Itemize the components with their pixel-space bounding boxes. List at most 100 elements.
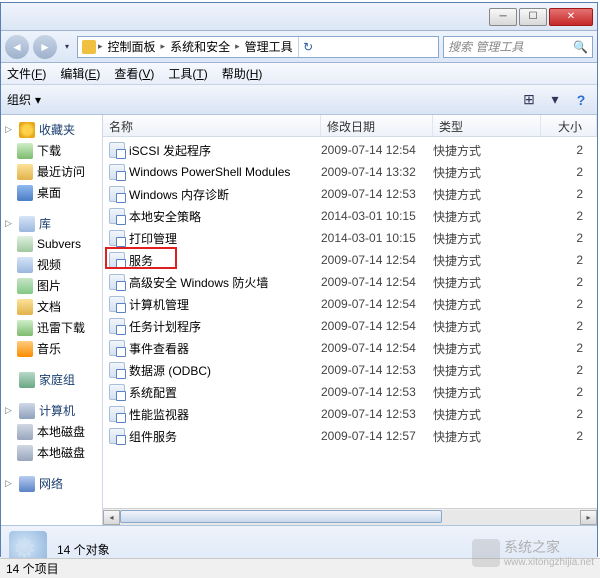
file-list-pane: 名称 修改日期 类型 大小 iSCSI 发起程序2009-07-14 12:54… <box>103 115 597 525</box>
file-row[interactable]: 任务计划程序2009-07-14 12:54快捷方式2 <box>103 315 597 337</box>
close-button[interactable]: ✕ <box>549 8 593 26</box>
refresh-button[interactable]: ↻ <box>298 37 318 57</box>
sidebar-homegroup-header[interactable]: 家庭组 <box>1 369 102 390</box>
scroll-right-button[interactable]: ▸ <box>580 510 597 525</box>
details-count: 14 个对象 <box>57 541 110 558</box>
menu-h[interactable]: 帮助(H) <box>222 65 263 82</box>
file-size: 2 <box>541 407 597 421</box>
file-row[interactable]: 系统配置2009-07-14 12:53快捷方式2 <box>103 381 597 403</box>
file-size: 2 <box>541 297 597 311</box>
file-type: 快捷方式 <box>433 230 541 247</box>
file-name: 打印管理 <box>129 230 177 247</box>
minimize-button[interactable]: ─ <box>489 8 517 26</box>
file-row[interactable]: 计算机管理2009-07-14 12:54快捷方式2 <box>103 293 597 315</box>
file-row[interactable]: 服务2009-07-14 12:54快捷方式2 <box>103 249 597 271</box>
file-type: 快捷方式 <box>433 428 541 445</box>
menu-e[interactable]: 编辑(E) <box>60 65 100 82</box>
help-button[interactable]: ? <box>571 90 591 110</box>
document-icon <box>17 299 33 315</box>
column-date[interactable]: 修改日期 <box>321 115 433 136</box>
sidebar-item-subversion[interactable]: Subvers <box>1 234 102 254</box>
column-size[interactable]: 大小 <box>541 115 597 136</box>
file-type: 快捷方式 <box>433 274 541 291</box>
file-row[interactable]: 打印管理2014-03-01 10:15快捷方式2 <box>103 227 597 249</box>
shortcut-icon <box>109 142 125 158</box>
chevron-right-icon[interactable]: ▸ <box>161 41 166 52</box>
shortcut-icon <box>109 230 125 246</box>
menu-t[interactable]: 工具(T) <box>168 65 207 82</box>
breadcrumb-segment[interactable]: 控制面板 <box>105 38 159 55</box>
folder-icon <box>17 236 33 252</box>
file-date: 2009-07-14 12:54 <box>321 275 433 289</box>
favorites-icon <box>19 122 35 138</box>
shortcut-icon <box>109 384 125 400</box>
location-icon <box>82 40 96 54</box>
shortcut-icon <box>109 274 125 290</box>
file-size: 2 <box>541 429 597 443</box>
file-name: 数据源 (ODBC) <box>129 362 211 379</box>
address-bar[interactable]: ▸ 控制面板 ▸ 系统和安全 ▸ 管理工具 ↻ <box>77 36 439 58</box>
file-name: 系统配置 <box>129 384 177 401</box>
file-row[interactable]: Windows 内存诊断2009-07-14 12:53快捷方式2 <box>103 183 597 205</box>
shortcut-icon <box>109 406 125 422</box>
file-row[interactable]: 高级安全 Windows 防火墙2009-07-14 12:54快捷方式2 <box>103 271 597 293</box>
maximize-button[interactable]: ☐ <box>519 8 547 26</box>
file-row[interactable]: iSCSI 发起程序2009-07-14 12:54快捷方式2 <box>103 139 597 161</box>
menu-v[interactable]: 查看(V) <box>114 65 154 82</box>
sidebar-network-header[interactable]: ▷网络 <box>1 473 102 494</box>
music-icon <box>17 341 33 357</box>
sidebar-item-videos[interactable]: 视频 <box>1 254 102 275</box>
back-button[interactable]: ◄ <box>5 35 29 59</box>
sidebar-libraries-header[interactable]: ▷库 <box>1 213 102 234</box>
file-row[interactable]: 性能监视器2009-07-14 12:53快捷方式2 <box>103 403 597 425</box>
breadcrumb-segment[interactable]: 系统和安全 <box>167 38 233 55</box>
file-type: 快捷方式 <box>433 362 541 379</box>
sidebar-item-local-disk[interactable]: 本地磁盘 <box>1 442 102 463</box>
file-row[interactable]: 事件查看器2009-07-14 12:54快捷方式2 <box>103 337 597 359</box>
sidebar-computer-header[interactable]: ▷计算机 <box>1 400 102 421</box>
search-icon[interactable]: 🔍 <box>573 40 588 54</box>
sidebar-item-desktop[interactable]: 桌面 <box>1 182 102 203</box>
file-name: 计算机管理 <box>129 296 189 313</box>
sidebar-item-recent[interactable]: 最近访问 <box>1 161 102 182</box>
view-options-button[interactable]: ⊞ <box>519 90 539 110</box>
menu-f[interactable]: 文件(F) <box>7 65 46 82</box>
chevron-right-icon[interactable]: ▸ <box>235 41 240 52</box>
sidebar-favorites-header[interactable]: ▷收藏夹 <box>1 119 102 140</box>
file-row[interactable]: 本地安全策略2014-03-01 10:15快捷方式2 <box>103 205 597 227</box>
scroll-left-button[interactable]: ◂ <box>103 510 120 525</box>
file-size: 2 <box>541 187 597 201</box>
sidebar-item-downloads[interactable]: 下载 <box>1 140 102 161</box>
scroll-thumb[interactable] <box>120 510 442 523</box>
file-row[interactable]: 数据源 (ODBC)2009-07-14 12:53快捷方式2 <box>103 359 597 381</box>
file-row[interactable]: 组件服务2009-07-14 12:57快捷方式2 <box>103 425 597 447</box>
shortcut-icon <box>109 164 125 180</box>
folder-icon <box>17 320 33 336</box>
titlebar[interactable]: ─ ☐ ✕ <box>1 3 597 31</box>
library-icon <box>19 216 35 232</box>
sidebar-item-documents[interactable]: 文档 <box>1 296 102 317</box>
organize-button[interactable]: 组织 ▾ <box>7 91 41 108</box>
navigation-pane[interactable]: ▷收藏夹 下载 最近访问 桌面 ▷库 Subvers 视频 图片 文档 迅雷下载… <box>1 115 103 525</box>
breadcrumb-segment[interactable]: 管理工具 <box>242 38 296 55</box>
sidebar-item-pictures[interactable]: 图片 <box>1 275 102 296</box>
forward-button[interactable]: ► <box>33 35 57 59</box>
file-row[interactable]: Windows PowerShell Modules2009-07-14 13:… <box>103 161 597 183</box>
sidebar-item-music[interactable]: 音乐 <box>1 338 102 359</box>
file-name: 事件查看器 <box>129 340 189 357</box>
shortcut-icon <box>109 296 125 312</box>
sidebar-item-local-disk[interactable]: 本地磁盘 <box>1 421 102 442</box>
file-list[interactable]: iSCSI 发起程序2009-07-14 12:54快捷方式2Windows P… <box>103 137 597 508</box>
file-type: 快捷方式 <box>433 384 541 401</box>
nav-history-dropdown[interactable]: ▾ <box>61 35 73 59</box>
horizontal-scrollbar[interactable]: ◂ ▸ <box>103 508 597 525</box>
scroll-track[interactable] <box>120 510 580 525</box>
sidebar-item-xunlei[interactable]: 迅雷下载 <box>1 317 102 338</box>
column-type[interactable]: 类型 <box>433 115 541 136</box>
chevron-right-icon[interactable]: ▸ <box>98 41 103 52</box>
search-input[interactable]: 搜索 管理工具 🔍 <box>443 36 593 58</box>
view-dropdown-button[interactable]: ▾ <box>545 90 565 110</box>
chevron-down-icon: ▾ <box>35 93 41 107</box>
search-placeholder: 搜索 管理工具 <box>448 38 523 55</box>
column-name[interactable]: 名称 <box>103 115 321 136</box>
